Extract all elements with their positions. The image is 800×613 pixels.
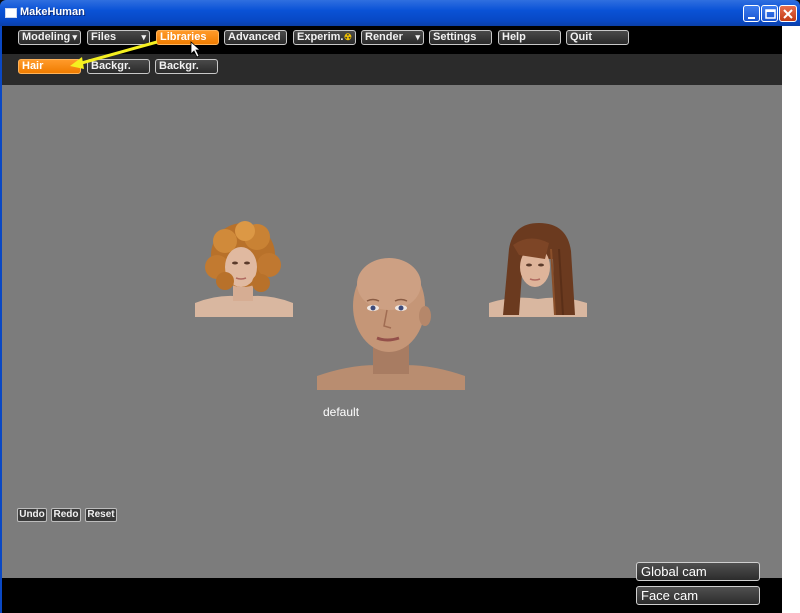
reset-button[interactable]: Reset bbox=[85, 508, 117, 522]
bald-head-image bbox=[317, 244, 465, 390]
radiation-icon: ☢ bbox=[343, 32, 352, 42]
menu-label: Experim. bbox=[297, 31, 344, 43]
chevron-down-icon: ▾ bbox=[141, 32, 146, 42]
maximize-button[interactable] bbox=[761, 5, 778, 22]
face-cam-button[interactable]: Face cam bbox=[636, 586, 760, 605]
close-button[interactable] bbox=[779, 5, 797, 22]
hair-thumbnail-default[interactable] bbox=[317, 244, 465, 390]
window-title: MakeHuman bbox=[20, 6, 85, 18]
menu-label: Advanced bbox=[228, 31, 281, 43]
close-icon bbox=[783, 9, 793, 19]
menu-render[interactable]: Render ▾ bbox=[361, 30, 424, 45]
menu-label: Render bbox=[365, 31, 403, 43]
tab-hair[interactable]: Hair bbox=[18, 59, 81, 74]
chevron-down-icon: ▾ bbox=[72, 32, 77, 42]
chevron-down-icon: ▾ bbox=[415, 32, 420, 42]
tab-label: Backgr. bbox=[159, 60, 199, 72]
tab-label: Hair bbox=[22, 60, 44, 72]
maximize-icon bbox=[765, 9, 776, 19]
hair-thumbnail-curly[interactable] bbox=[195, 219, 293, 317]
undo-button[interactable]: Undo bbox=[17, 508, 47, 522]
menu-libraries[interactable]: Libraries bbox=[156, 30, 219, 45]
menu-label: Help bbox=[502, 31, 526, 43]
menu-label: Files bbox=[91, 31, 117, 43]
menu-modeling[interactable]: Modeling ▾ bbox=[18, 30, 81, 45]
curly-hair-head-image bbox=[195, 219, 293, 317]
menu-experimental[interactable]: Experim. ☢ bbox=[293, 30, 356, 45]
tab-label: Backgr. bbox=[91, 60, 131, 72]
minimize-icon bbox=[748, 17, 755, 19]
menu-settings[interactable]: Settings bbox=[429, 30, 492, 45]
hair-label-default: default bbox=[323, 405, 360, 419]
menu-help[interactable]: Help bbox=[498, 30, 561, 45]
tab-background-2[interactable]: Backgr. bbox=[155, 59, 218, 74]
sub-menu-bar: Hair Backgr. Backgr. bbox=[2, 54, 782, 85]
app-window-icon bbox=[5, 8, 17, 18]
global-cam-button[interactable]: Global cam bbox=[636, 562, 760, 581]
minimize-button[interactable] bbox=[743, 5, 760, 22]
tab-background-1[interactable]: Backgr. bbox=[87, 59, 150, 74]
menu-quit[interactable]: Quit bbox=[566, 30, 629, 45]
menu-label: Settings bbox=[433, 31, 477, 43]
redo-button[interactable]: Redo bbox=[51, 508, 81, 522]
menu-advanced[interactable]: Advanced bbox=[224, 30, 287, 45]
window-frame-right bbox=[782, 26, 800, 613]
hair-thumbnail-long[interactable] bbox=[489, 219, 587, 317]
long-hair-head-image bbox=[489, 219, 587, 317]
menu-label: Modeling bbox=[22, 31, 71, 43]
menu-label: Quit bbox=[570, 31, 592, 43]
menu-files[interactable]: Files ▾ bbox=[87, 30, 150, 45]
main-menu-bar: Modeling ▾ Files ▾ Libraries Advanced Expe… bbox=[2, 26, 782, 54]
window-titlebar[interactable]: MakeHuman bbox=[0, 0, 800, 26]
menu-label: Libraries bbox=[160, 31, 207, 43]
